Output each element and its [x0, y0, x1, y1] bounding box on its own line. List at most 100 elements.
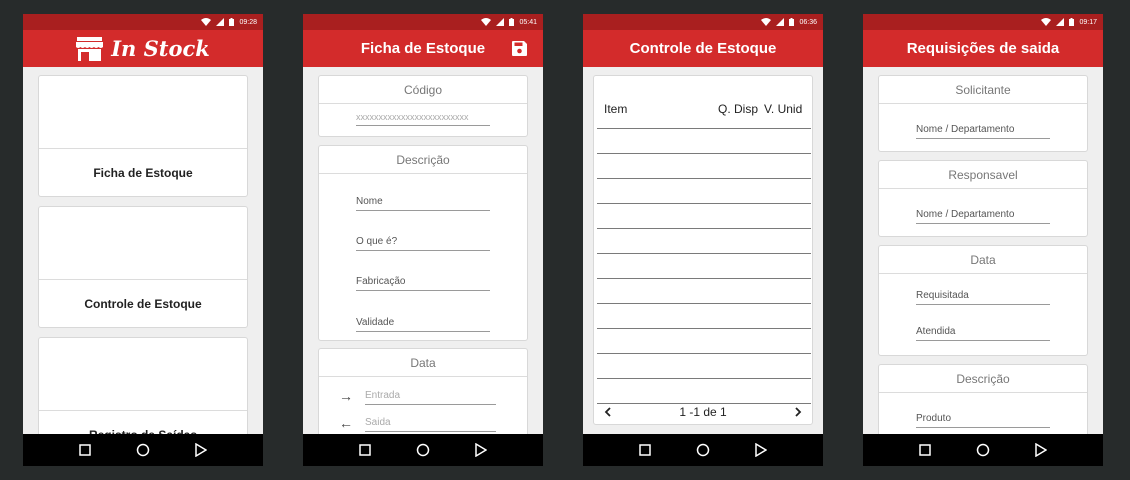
app-bar: Requisições de saida [863, 30, 1103, 67]
table-row[interactable] [597, 329, 811, 354]
arrow-right-icon: → [339, 388, 353, 404]
battery-icon [789, 18, 795, 26]
menu-card-ficha[interactable]: Ficha de Estoque [38, 75, 248, 197]
requisicoes-content: Solicitante Nome / Departamento Responsa… [863, 67, 1103, 434]
home-icon[interactable] [976, 443, 990, 457]
status-bar: 09:28 [23, 14, 263, 30]
responsavel-field[interactable]: Nome / Departamento [916, 202, 1050, 224]
recent-apps-icon[interactable] [919, 444, 932, 456]
back-icon[interactable] [754, 443, 767, 457]
battery-icon [229, 18, 235, 26]
status-bar: 09:17 [863, 14, 1103, 30]
screen-title: Controle de Estoque [629, 40, 777, 57]
status-time: 09:28 [239, 18, 257, 26]
status-time: 06:36 [799, 18, 817, 26]
solicitante-field[interactable]: Nome / Departamento [916, 117, 1050, 139]
app-bar: Ficha de Estoque [303, 30, 543, 67]
data-header: Data [879, 246, 1087, 274]
back-icon[interactable] [474, 443, 487, 457]
atendida-field[interactable]: Atendida [916, 319, 1050, 341]
stock-table-card: Item Q. Disp V. Unid 1 -1 de 1 [593, 75, 813, 425]
table-row[interactable] [597, 154, 811, 179]
arrow-left-icon: ← [339, 415, 353, 431]
table-row[interactable] [597, 179, 811, 204]
entrada-field[interactable]: Entrada [365, 390, 496, 405]
home-icon[interactable] [696, 443, 710, 457]
battery-icon [509, 18, 515, 26]
recent-apps-icon[interactable] [639, 444, 652, 456]
phone-screen-requisicoes: 09:17 Requisições de saida Solicitante N… [863, 14, 1103, 466]
descricao-card: Descrição Nome O que é? Fabricação Valid… [318, 145, 528, 341]
codigo-input[interactable]: xxxxxxxxxxxxxxxxxxxxxxxxx [356, 104, 490, 126]
saida-row[interactable]: ← Saida [339, 410, 496, 432]
table-row[interactable] [597, 204, 811, 229]
validade-field[interactable]: Validade [356, 310, 490, 332]
home-content: Ficha de Estoque Controle de Estoque Reg… [23, 67, 263, 434]
menu-label: Ficha de Estoque [93, 165, 193, 180]
chevron-right-icon[interactable] [794, 407, 802, 417]
recent-apps-icon[interactable] [359, 444, 372, 456]
chevron-left-icon[interactable] [604, 407, 612, 417]
saida-field[interactable]: Saida [365, 417, 496, 432]
app-bar: Controle de Estoque [583, 30, 823, 67]
phone-screen-home: 09:28 In Stock Ficha de Estoque Controle… [23, 14, 263, 466]
card-image-area [39, 338, 247, 411]
home-icon[interactable] [136, 443, 150, 457]
table-row[interactable] [597, 354, 811, 379]
battery-icon [1069, 18, 1075, 26]
table-row[interactable] [597, 304, 811, 329]
table-row[interactable] [597, 229, 811, 254]
ficha-content: Código xxxxxxxxxxxxxxxxxxxxxxxxx Descriç… [303, 67, 543, 434]
responsavel-card: Responsavel Nome / Departamento [878, 160, 1088, 237]
signal-icon [1056, 18, 1065, 26]
menu-label: Controle de Estoque [84, 296, 202, 311]
fabricacao-field[interactable]: Fabricação [356, 269, 490, 291]
signal-icon [496, 18, 505, 26]
signal-icon [776, 18, 785, 26]
codigo-card: Código xxxxxxxxxxxxxxxxxxxxxxxxx [318, 75, 528, 137]
responsavel-header: Responsavel [879, 161, 1087, 189]
nav-bar [23, 434, 263, 466]
app-logo: In Stock [76, 36, 210, 61]
requisitada-field[interactable]: Requisitada [916, 283, 1050, 305]
menu-card-controle[interactable]: Controle de Estoque [38, 206, 248, 328]
phone-screen-controle: 06:36 Controle de Estoque Item Q. Disp V… [583, 14, 823, 466]
back-icon[interactable] [194, 443, 207, 457]
save-icon[interactable] [512, 41, 527, 56]
wifi-icon [201, 18, 212, 26]
controle-content: Item Q. Disp V. Unid 1 -1 de 1 [583, 67, 823, 434]
nav-bar [303, 434, 543, 466]
o-que-e-field[interactable]: O que é? [356, 229, 490, 251]
produto-field[interactable]: Produto [916, 406, 1050, 428]
home-icon[interactable] [416, 443, 430, 457]
signal-icon [216, 18, 225, 26]
nome-field[interactable]: Nome [356, 189, 490, 211]
card-image-area [39, 76, 247, 149]
status-time: 05:41 [519, 18, 537, 26]
solicitante-header: Solicitante [879, 76, 1087, 104]
menu-label: Registro de Saídas [39, 411, 247, 435]
nav-bar [863, 434, 1103, 466]
codigo-header: Código [319, 76, 527, 104]
table-row[interactable] [597, 129, 811, 154]
solicitante-card: Solicitante Nome / Departamento [878, 75, 1088, 152]
recent-apps-icon[interactable] [79, 444, 92, 456]
table-row[interactable] [597, 254, 811, 279]
menu-card-registro[interactable]: Registro de Saídas [38, 337, 248, 434]
app-title: In Stock [111, 36, 210, 61]
status-time: 09:17 [1079, 18, 1097, 26]
data-card: Data Requisitada Atendida [878, 245, 1088, 356]
card-image-area [39, 207, 247, 280]
descricao-header: Descrição [879, 365, 1087, 393]
table-row[interactable] [597, 104, 811, 129]
phone-screen-ficha: 05:41 Ficha de Estoque Código xxxxxxxxxx… [303, 14, 543, 466]
screen-title: Ficha de Estoque [360, 40, 486, 57]
app-bar: In Stock [23, 30, 263, 67]
wifi-icon [481, 18, 492, 26]
table-row[interactable] [597, 279, 811, 304]
pagination: 1 -1 de 1 [594, 399, 812, 424]
status-bar: 05:41 [303, 14, 543, 30]
back-icon[interactable] [1034, 443, 1047, 457]
entrada-row[interactable]: → Entrada [339, 383, 496, 405]
data-card: Data → Entrada ← Saida [318, 348, 528, 434]
